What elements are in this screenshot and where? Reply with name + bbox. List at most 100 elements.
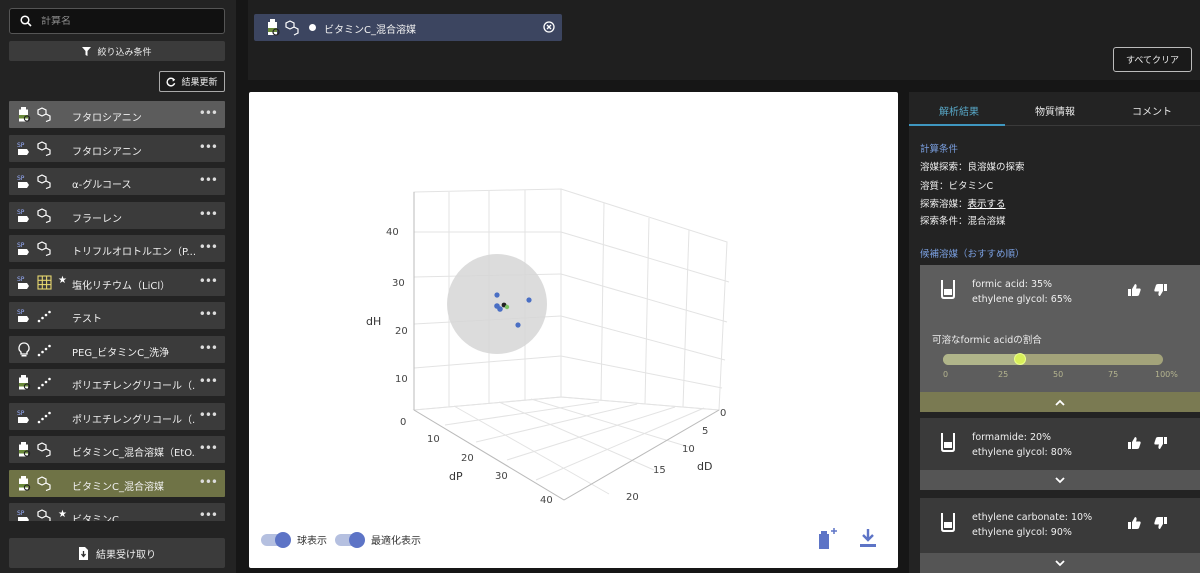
more-menu-icon[interactable]: ••• bbox=[199, 274, 218, 288]
calc-item-label: 塩化リチウム（LiCl） bbox=[72, 280, 171, 292]
calc-item[interactable]: ビタミンC_混合溶媒（EtO... ••• bbox=[9, 436, 225, 463]
molecule-icon bbox=[37, 140, 53, 156]
selected-calculation-chip[interactable]: ビタミンC_混合溶媒 bbox=[254, 14, 562, 41]
expand-button[interactable] bbox=[920, 553, 1200, 573]
calc-item[interactable]: SP トリフルオロトルエン（P... ••• bbox=[9, 235, 225, 262]
calc-item[interactable]: SP フタロシアニン ••• bbox=[9, 134, 225, 162]
svg-text:SP: SP bbox=[17, 510, 25, 517]
search-input[interactable] bbox=[41, 15, 211, 27]
candidate-card-2[interactable]: formamide: 20% ethylene glycol: 80% bbox=[920, 418, 1200, 490]
plot-canvas[interactable]: 0 10 20 30 40 10 20 30 40 0 5 10 15 20 dH dP dD bbox=[249, 92, 898, 522]
calc-item-label: フラーレン bbox=[72, 213, 122, 225]
dH-tick-label: 40 bbox=[386, 227, 399, 238]
axis-label-dD: dD bbox=[697, 460, 712, 473]
receive-results-button[interactable]: 結果受け取り bbox=[9, 538, 225, 568]
more-menu-icon[interactable]: ••• bbox=[199, 341, 218, 355]
condition-solvents: 探索溶媒：表示する bbox=[920, 199, 1006, 210]
calc-item[interactable]: フタロシアニン ••• bbox=[9, 101, 225, 128]
solvent-point bbox=[494, 292, 500, 298]
more-menu-icon[interactable]: ••• bbox=[199, 106, 218, 120]
more-menu-icon[interactable]: ••• bbox=[199, 307, 218, 321]
more-menu-icon[interactable]: ••• bbox=[199, 207, 218, 221]
candidate-card-3[interactable]: ethylene carbonate: 10% ethylene glycol:… bbox=[920, 498, 1200, 573]
calc-item[interactable]: SP ポリエチレングリコール（... ••• bbox=[9, 402, 225, 430]
thumbs-down-icon[interactable] bbox=[1154, 517, 1167, 529]
expand-button[interactable] bbox=[920, 470, 1200, 490]
thumbs-down-icon[interactable] bbox=[1154, 437, 1167, 449]
refresh-results-button[interactable]: 結果更新 bbox=[159, 71, 225, 92]
dP-tick-label: 40 bbox=[540, 495, 553, 506]
calc-item[interactable]: SP フラーレン ••• bbox=[9, 201, 225, 229]
tab-comment[interactable]: コメント bbox=[1132, 103, 1172, 118]
bottle-icon bbox=[17, 475, 31, 491]
more-menu-icon[interactable]: ••• bbox=[199, 374, 218, 388]
more-menu-icon[interactable]: ••• bbox=[199, 408, 218, 422]
filter-button[interactable]: 絞り込み条件 bbox=[9, 41, 225, 61]
add-bottle-icon[interactable] bbox=[817, 528, 837, 550]
bottle-icon bbox=[17, 107, 31, 122]
calc-item[interactable]: SP α-グルコース ••• bbox=[9, 168, 225, 195]
molecule-icon bbox=[37, 509, 53, 521]
calc-item[interactable]: SP ★ ビタミンC ••• bbox=[9, 503, 225, 521]
beaker-icon bbox=[941, 433, 955, 452]
sphere-toggle-label: 球表示 bbox=[297, 536, 327, 547]
more-menu-icon[interactable]: ••• bbox=[199, 140, 218, 154]
calc-item[interactable]: ポリエチレングリコール（... ••• bbox=[9, 369, 225, 396]
molecule-icon bbox=[37, 174, 53, 190]
calc-item-label: ポリエチレングリコール（... bbox=[72, 414, 196, 426]
molecule-icon bbox=[37, 107, 53, 123]
thumbs-up-icon[interactable] bbox=[1128, 437, 1141, 449]
slider-knob[interactable] bbox=[1014, 353, 1026, 365]
calc-item[interactable]: PEG_ビタミンC_洗浄 ••• bbox=[9, 335, 225, 363]
calc-item[interactable]: SP ★ 塩化リチウム（LiCl） ••• bbox=[9, 268, 225, 296]
slider-tick-label: 100% bbox=[1155, 370, 1178, 379]
molecule-icon bbox=[37, 475, 53, 491]
dD-tick-label: 15 bbox=[653, 465, 666, 476]
sphere-toggle[interactable]: 球表示 bbox=[261, 531, 327, 548]
collapse-button[interactable] bbox=[920, 392, 1200, 412]
condition-search-type: 溶媒探索：良溶媒の探索 bbox=[920, 162, 1025, 173]
sp-icon: SP bbox=[17, 241, 31, 256]
dD-tick-label: 20 bbox=[626, 492, 639, 503]
more-menu-icon[interactable]: ••• bbox=[199, 508, 218, 521]
beaker-icon bbox=[941, 280, 955, 299]
dD-tick-label: 0 bbox=[720, 408, 726, 419]
thumbs-up-icon[interactable] bbox=[1128, 517, 1141, 529]
more-menu-icon[interactable]: ••• bbox=[199, 173, 218, 187]
svg-text:SP: SP bbox=[17, 142, 25, 149]
slider-tick-label: 75 bbox=[1108, 370, 1119, 379]
filter-label: 絞り込み条件 bbox=[97, 47, 152, 58]
calc-item[interactable]: SP テスト ••• bbox=[9, 302, 225, 329]
candidate-card-1[interactable]: formic acid: 35% ethylene glycol: 65% 可溶… bbox=[920, 265, 1200, 412]
hsp-3d-plot[interactable]: 0 10 20 30 40 10 20 30 40 0 5 10 15 20 dH dP dD 球表示… bbox=[249, 92, 898, 568]
close-circle-icon[interactable] bbox=[543, 21, 555, 33]
slider-tick-label: 25 bbox=[998, 370, 1009, 379]
calc-item[interactable]: ビタミンC_混合溶媒 ••• bbox=[9, 469, 225, 497]
sphere-switch[interactable] bbox=[261, 531, 291, 548]
slider-tick-label: 50 bbox=[1053, 370, 1064, 379]
calc-item-label: フタロシアニン bbox=[72, 113, 142, 124]
more-menu-icon[interactable]: ••• bbox=[199, 240, 218, 254]
search-box[interactable] bbox=[9, 8, 225, 34]
ratio-slider[interactable] bbox=[943, 353, 1163, 365]
thumbs-up-icon[interactable] bbox=[1128, 284, 1141, 296]
calc-item-label: ビタミンC bbox=[72, 515, 119, 521]
more-menu-icon[interactable]: ••• bbox=[199, 475, 218, 489]
receive-icon bbox=[79, 546, 88, 560]
clear-all-button[interactable]: すべてクリア bbox=[1113, 47, 1192, 72]
more-menu-icon[interactable]: ••• bbox=[199, 441, 218, 455]
thumbs-down-icon[interactable] bbox=[1154, 284, 1167, 296]
optimize-toggle[interactable]: 最適化表示 bbox=[335, 531, 421, 548]
show-solvents-link[interactable]: 表示する bbox=[968, 199, 1006, 210]
sp-icon: SP bbox=[17, 141, 31, 156]
tab-analysis[interactable]: 解析結果 bbox=[939, 103, 979, 118]
bottle-icon bbox=[17, 442, 31, 457]
tab-substance-info[interactable]: 物質情報 bbox=[1035, 103, 1075, 118]
chip-label: ビタミンC_混合溶媒 bbox=[324, 25, 416, 36]
condition-search-mode: 探索条件：混合溶媒 bbox=[920, 216, 1006, 227]
optimize-switch[interactable] bbox=[335, 531, 365, 548]
sp-icon: SP bbox=[17, 409, 31, 424]
bulb-icon bbox=[17, 341, 31, 357]
dD-tick-label: 5 bbox=[702, 426, 708, 437]
download-icon[interactable] bbox=[859, 528, 877, 548]
